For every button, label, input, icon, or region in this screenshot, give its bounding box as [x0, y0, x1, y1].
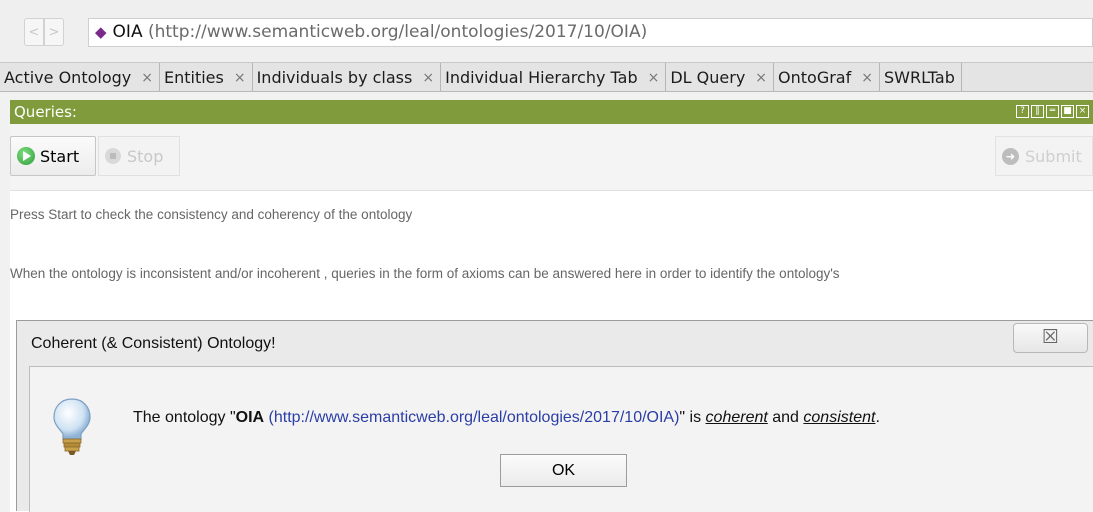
explanation-text: When the ontology is inconsistent and/or…: [10, 266, 840, 281]
maximize-icon[interactable]: ■: [1061, 105, 1074, 118]
close-icon[interactable]: ×: [648, 70, 660, 86]
close-icon[interactable]: ×: [755, 70, 767, 86]
submit-label: Submit: [1025, 146, 1082, 166]
start-button[interactable]: Start: [10, 136, 96, 176]
address-bar: < > ◆ OIA (http://www.semanticweb.org/lea…: [0, 0, 1093, 62]
play-icon: [17, 147, 35, 165]
msg-end: .: [875, 409, 880, 426]
close-icon[interactable]: ×: [234, 70, 246, 86]
tab-label: Individual Hierarchy Tab: [445, 68, 638, 87]
tab-entities[interactable]: Entities ×: [160, 63, 253, 91]
ontology-iri: (http://www.semanticweb.org/leal/ontolog…: [147, 22, 648, 42]
result-dialog: Coherent (& Consistent) Ontology! ☒ The …: [16, 320, 1093, 512]
tab-active-ontology[interactable]: Active Ontology ×: [0, 63, 160, 91]
tab-label: Entities: [163, 68, 224, 87]
submit-button[interactable]: ➜ Submit: [995, 136, 1093, 176]
tab-individuals-by-class[interactable]: Individuals by class ×: [253, 63, 442, 91]
ok-button[interactable]: OK: [500, 454, 627, 487]
tab-label: Active Ontology: [4, 68, 132, 87]
ontology-name: OIA: [112, 22, 143, 42]
tab-bar: Active Ontology × Entities × Individuals b…: [0, 62, 1093, 92]
split-horizontal-icon[interactable]: ═: [1046, 105, 1059, 118]
queries-panel-header: Queries: ? ‖ ═ ■ ×: [10, 100, 1093, 124]
split-vertical-icon[interactable]: ‖: [1031, 105, 1044, 118]
tab-individual-hierarchy[interactable]: Individual Hierarchy Tab ×: [441, 63, 667, 91]
forward-button[interactable]: >: [44, 18, 64, 46]
close-view-icon[interactable]: ×: [1076, 105, 1089, 118]
lightbulb-icon: [53, 398, 91, 455]
msg-prefix: The ontology ": [133, 409, 236, 426]
stop-icon: [105, 148, 121, 164]
back-button[interactable]: <: [24, 18, 44, 46]
msg-ontology-iri: (http://www.semanticweb.org/leal/ontolog…: [264, 409, 680, 426]
view-controls: ? ‖ ═ ■ ×: [1016, 105, 1089, 118]
tab-label: DL Query: [670, 68, 746, 87]
msg-mid: " is: [679, 409, 706, 426]
help-icon[interactable]: ?: [1016, 105, 1029, 118]
arrow-icon: ➜: [1002, 147, 1019, 165]
msg-ontology-name: OIA: [235, 409, 265, 426]
ontology-address-field[interactable]: ◆ OIA (http://www.semanticweb.org/leal/on…: [88, 18, 1093, 47]
msg-consistent: consistent: [803, 409, 876, 426]
tab-swrltab[interactable]: SWRLTab: [880, 63, 962, 91]
tab-label: SWRLTab: [883, 68, 955, 87]
dialog-close-button[interactable]: ☒: [1013, 323, 1088, 353]
msg-coherent: coherent: [705, 409, 768, 426]
queries-toolbar: Start Stop ➜ Submit: [10, 124, 1093, 190]
msg-and: and: [767, 409, 804, 426]
dialog-body: The ontology "OIA (http://www.semanticwe…: [29, 366, 1093, 512]
tab-label: OntoGraf: [778, 68, 852, 87]
tab-ontograf[interactable]: OntoGraf ×: [774, 63, 880, 91]
instruction-text: Press Start to check the consistency and…: [10, 207, 413, 222]
ontology-diamond-icon: ◆: [95, 23, 107, 41]
close-icon[interactable]: ×: [141, 70, 153, 86]
close-icon[interactable]: ×: [422, 70, 434, 86]
tab-label: Individuals by class: [256, 68, 413, 87]
close-icon[interactable]: ×: [861, 70, 873, 86]
tab-dl-query[interactable]: DL Query ×: [666, 63, 775, 91]
panel-title: Queries:: [14, 103, 77, 121]
dialog-message: The ontology "OIA (http://www.semanticwe…: [133, 409, 880, 427]
start-label: Start: [40, 146, 80, 166]
stop-button[interactable]: Stop: [98, 136, 180, 176]
stop-label: Stop: [127, 146, 164, 166]
dialog-title: Coherent (& Consistent) Ontology!: [31, 335, 276, 352]
